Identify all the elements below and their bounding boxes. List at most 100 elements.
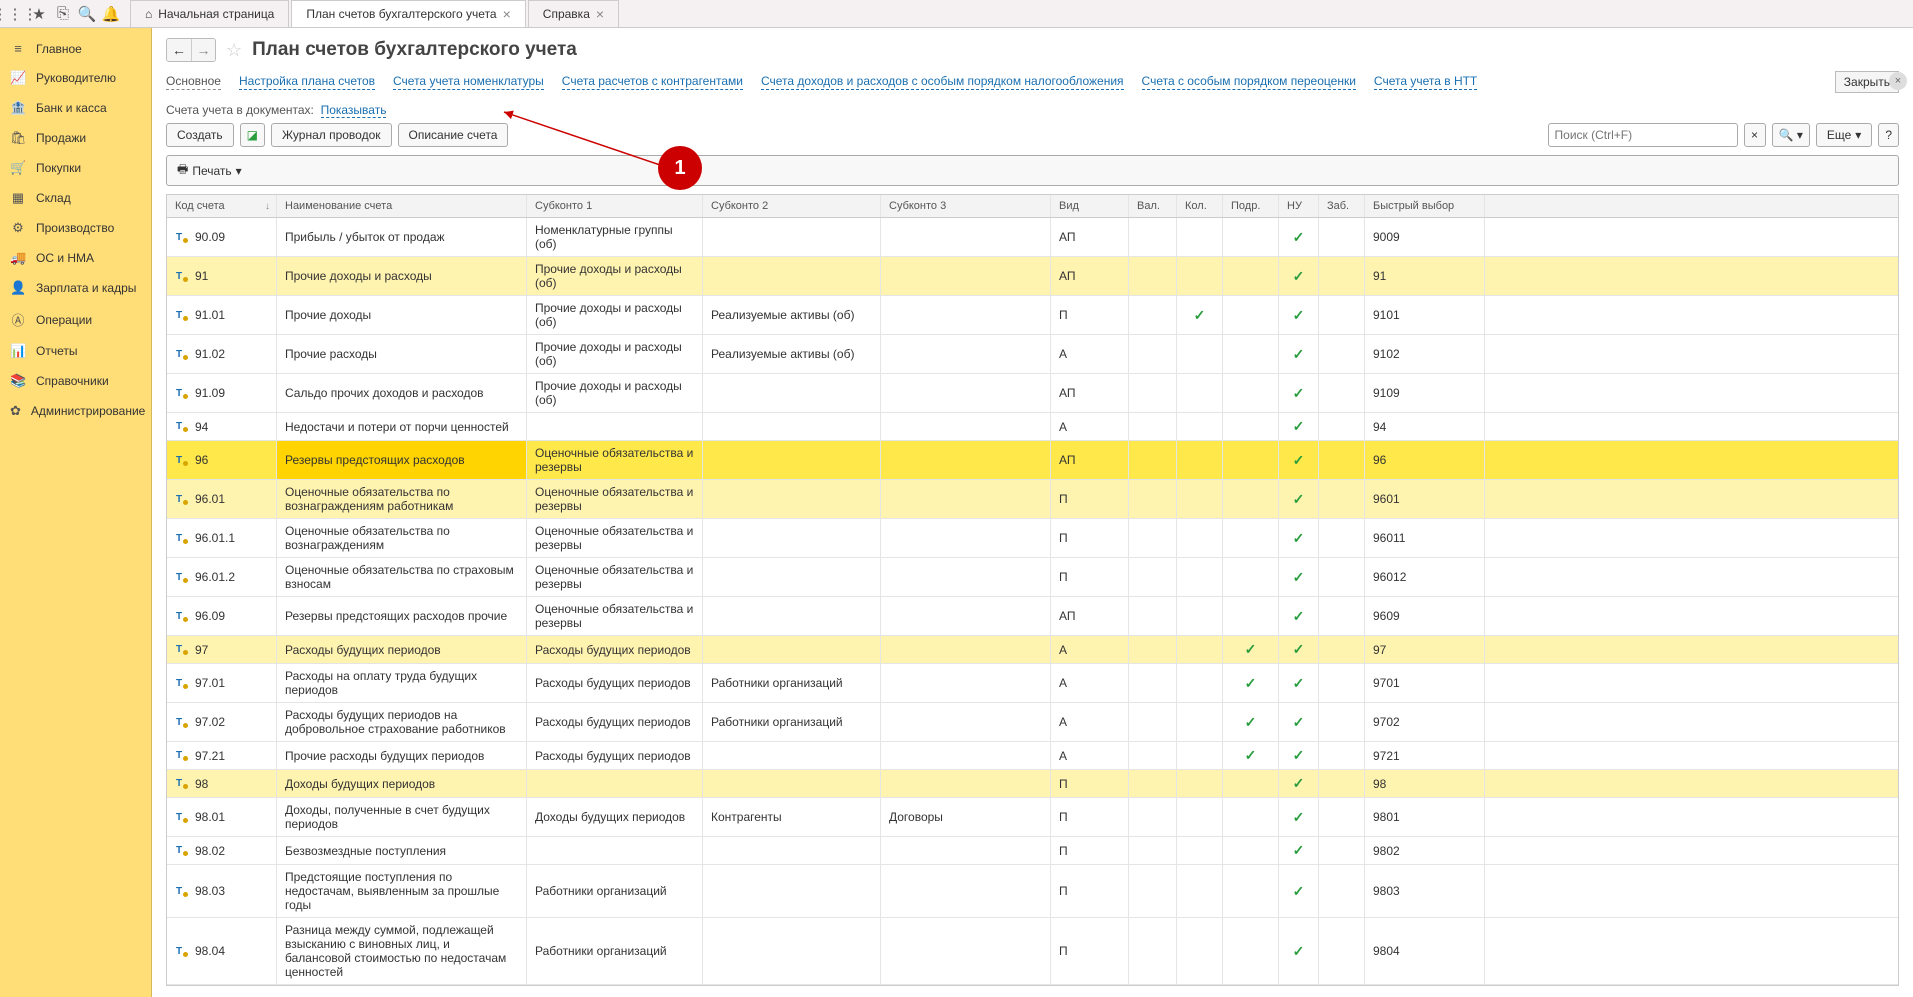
docs-accounts-link[interactable]: Показывать: [321, 103, 387, 118]
kol-cell: [1177, 257, 1223, 295]
column-header[interactable]: Вал.: [1129, 195, 1177, 217]
table-row[interactable]: T96.09Резервы предстоящих расходов прочи…: [167, 597, 1898, 636]
val-cell: [1129, 413, 1177, 440]
column-header[interactable]: Субконто 2: [703, 195, 881, 217]
table-row[interactable]: T97.02Расходы будущих периодов на добров…: [167, 703, 1898, 742]
sidebar-item[interactable]: ⒶОперации: [0, 303, 151, 336]
column-header[interactable]: Заб.: [1319, 195, 1365, 217]
subtab[interactable]: Счета учета номенклатуры: [393, 74, 544, 90]
column-header[interactable]: Быстрый выбор: [1365, 195, 1485, 217]
table-row[interactable]: T90.09Прибыль / убыток от продажНоменкла…: [167, 218, 1898, 257]
subkonto3-cell: [881, 837, 1051, 864]
table-row[interactable]: T98.03Предстоящие поступления по недоста…: [167, 865, 1898, 918]
more-button[interactable]: Еще ▾: [1816, 123, 1872, 147]
create-button[interactable]: Создать: [166, 123, 234, 147]
column-header[interactable]: Код счета↓: [167, 195, 277, 217]
account-desc-button[interactable]: Описание счета: [398, 123, 509, 147]
subkonto2-cell: [703, 441, 881, 479]
sidebar-item[interactable]: ⚙Производство: [0, 213, 151, 243]
search-dropdown-button[interactable]: 🔍 ▾: [1772, 123, 1810, 147]
close-icon[interactable]: ×: [596, 6, 604, 22]
val-cell: [1129, 918, 1177, 984]
print-label: Печать: [192, 164, 231, 178]
nu-cell: ✓: [1279, 257, 1319, 295]
search-icon[interactable]: 🔍: [76, 3, 98, 25]
sidebar-item[interactable]: ✿Администрирование: [0, 396, 151, 426]
window-tab[interactable]: План счетов бухгалтерского учета×: [291, 0, 525, 27]
find-button[interactable]: ◪: [240, 123, 265, 147]
table-row[interactable]: T96.01.1Оценочные обязательства по возна…: [167, 519, 1898, 558]
search-input[interactable]: [1548, 123, 1738, 147]
table-row[interactable]: T96.01Оценочные обязательства по вознагр…: [167, 480, 1898, 519]
name-cell: Расходы на оплату труда будущих периодов: [277, 664, 527, 702]
print-button[interactable]: 🖶 Печать ▾: [166, 155, 1899, 186]
check-icon: ✓: [1293, 775, 1305, 792]
page-title: План счетов бухгалтерского учета: [252, 39, 577, 61]
window-tab[interactable]: ⌂Начальная страница: [130, 0, 289, 27]
column-header[interactable]: Наименование счета: [277, 195, 527, 217]
quick-cell: 9101: [1365, 296, 1485, 334]
table-row[interactable]: T91.02Прочие расходыПрочие доходы и расх…: [167, 335, 1898, 374]
sidebar-item[interactable]: 🛒Покупки: [0, 153, 151, 183]
sidebar-item[interactable]: 🏦Банк и касса: [0, 93, 151, 123]
sidebar-item[interactable]: ▦Склад: [0, 183, 151, 213]
table-row[interactable]: T98Доходы будущих периодовП✓98: [167, 770, 1898, 798]
nav-forward-icon[interactable]: →: [191, 39, 215, 61]
clear-search-button[interactable]: ×: [1744, 123, 1766, 147]
close-panel-icon[interactable]: ×: [1889, 72, 1907, 90]
table-row[interactable]: T97.21Прочие расходы будущих периодовРас…: [167, 742, 1898, 770]
sidebar-item[interactable]: 📈 Руководителю: [0, 63, 151, 93]
table-row[interactable]: T97Расходы будущих периодовРасходы будущ…: [167, 636, 1898, 664]
sidebar-item[interactable]: 📊Отчеты: [0, 336, 151, 366]
clipboard-icon[interactable]: ⎘: [52, 3, 74, 25]
table-row[interactable]: T94Недостачи и потери от порчи ценностей…: [167, 413, 1898, 441]
table-row[interactable]: T98.01Доходы, полученные в счет будущих …: [167, 798, 1898, 837]
table-row[interactable]: T98.02Безвозмездные поступленияП✓9802: [167, 837, 1898, 865]
nav-back-icon[interactable]: ←: [167, 39, 191, 61]
subtab[interactable]: Счета с особым порядком переоценки: [1142, 74, 1356, 90]
sidebar-item[interactable]: 🚚ОС и НМА: [0, 243, 151, 273]
sidebar-item-label: Руководителю: [36, 71, 116, 85]
table-row[interactable]: T97.01Расходы на оплату труда будущих пе…: [167, 664, 1898, 703]
check-icon: ✓: [1293, 842, 1305, 859]
window-tab[interactable]: Справка×: [528, 0, 619, 27]
nu-cell: ✓: [1279, 865, 1319, 917]
column-header[interactable]: Кол.: [1177, 195, 1223, 217]
name-cell: Предстоящие поступления по недостачам, в…: [277, 865, 527, 917]
bell-icon[interactable]: 🔔: [100, 3, 122, 25]
star-icon[interactable]: ★: [28, 3, 50, 25]
column-header[interactable]: НУ: [1279, 195, 1319, 217]
close-icon[interactable]: ×: [503, 6, 511, 22]
table-row[interactable]: T91.01Прочие доходыПрочие доходы и расхо…: [167, 296, 1898, 335]
sidebar-item[interactable]: 📚Справочники: [0, 366, 151, 396]
subkonto3-cell: [881, 865, 1051, 917]
table-row[interactable]: T91Прочие доходы и расходыПрочие доходы …: [167, 257, 1898, 296]
sidebar-item[interactable]: 👤Зарплата и кадры: [0, 273, 151, 303]
apps-icon[interactable]: ⋮⋮⋮: [4, 3, 26, 25]
table-row[interactable]: T98.04Разница между суммой, подлежащей в…: [167, 918, 1898, 985]
table-row[interactable]: T96.01.2Оценочные обязательства по страх…: [167, 558, 1898, 597]
subtab[interactable]: Настройка плана счетов: [239, 74, 375, 90]
subtab[interactable]: Счета доходов и расходов с особым порядк…: [761, 74, 1124, 90]
sidebar-icon: 📈: [10, 70, 26, 86]
column-header[interactable]: Субконто 1: [527, 195, 703, 217]
tab-label: Начальная страница: [158, 7, 274, 21]
subtab[interactable]: Счета учета в НТТ: [1374, 74, 1477, 90]
table-row[interactable]: T96Резервы предстоящих расходовОценочные…: [167, 441, 1898, 480]
code-value: 98.03: [195, 884, 225, 898]
column-header[interactable]: Субконто 3: [881, 195, 1051, 217]
kol-cell: [1177, 558, 1223, 596]
favorite-star-icon[interactable]: ☆: [226, 40, 242, 61]
sidebar-item[interactable]: ≡Главное: [0, 34, 151, 63]
subtab[interactable]: Счета расчетов с контрагентами: [562, 74, 743, 90]
help-button[interactable]: ?: [1878, 123, 1899, 147]
nu-cell: ✓: [1279, 798, 1319, 836]
account-icon: T: [175, 308, 189, 322]
sidebar-item[interactable]: 🛍Продажи: [0, 123, 151, 153]
subtab[interactable]: Основное: [166, 74, 221, 90]
journal-button[interactable]: Журнал проводок: [271, 123, 392, 147]
column-header[interactable]: Вид: [1051, 195, 1129, 217]
column-header[interactable]: Подр.: [1223, 195, 1279, 217]
kol-cell: [1177, 441, 1223, 479]
table-row[interactable]: T91.09Сальдо прочих доходов и расходовПр…: [167, 374, 1898, 413]
